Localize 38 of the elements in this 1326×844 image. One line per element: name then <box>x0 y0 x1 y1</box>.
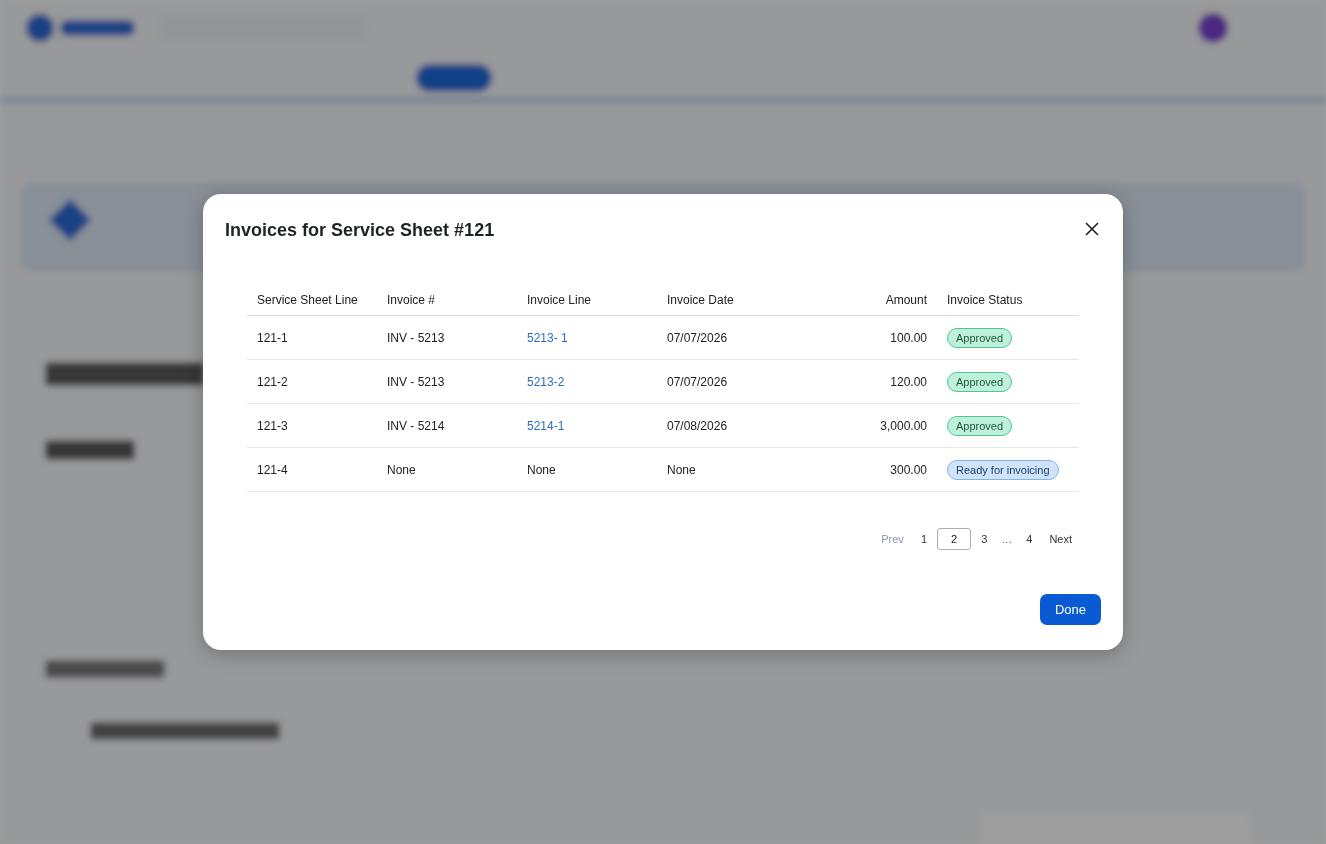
table-cell: 121-4 <box>247 447 377 492</box>
table-cell: 07/07/2026 <box>657 359 817 404</box>
done-button[interactable]: Done <box>1039 594 1101 625</box>
status-badge: Approved <box>947 371 1013 392</box>
table-cell: None <box>377 447 517 492</box>
table-cell: 3,000.00 <box>817 403 937 448</box>
invoice-line-link[interactable]: 5213-2 <box>527 374 565 389</box>
page-button[interactable]: 2 <box>937 528 972 550</box>
status-badge: Approved <box>947 415 1013 436</box>
page-button[interactable]: 1 <box>914 528 933 550</box>
next-page-button[interactable]: Next <box>1042 528 1079 550</box>
page-button[interactable]: 3 <box>975 528 994 550</box>
table-cell: 07/08/2026 <box>657 403 817 448</box>
table-cell: None <box>517 447 657 492</box>
table-cell: None <box>657 447 817 492</box>
page-button[interactable]: 4 <box>1020 528 1039 550</box>
table-cell: 121-2 <box>247 359 377 404</box>
dialog-title: Invoices for Service Sheet #121 <box>225 219 495 241</box>
column-header: Invoice Date <box>657 285 817 316</box>
table-cell: 121-1 <box>247 315 377 360</box>
table-cell: 121-3 <box>247 403 377 448</box>
table-cell: 120.00 <box>817 359 937 404</box>
table-cell: INV - 5213 <box>377 315 517 360</box>
status-badge: Approved <box>947 327 1013 348</box>
table-cell: INV - 5214 <box>377 403 517 448</box>
table-cell: INV - 5213 <box>377 359 517 404</box>
table-cell: 300.00 <box>817 447 937 492</box>
table-cell: 100.00 <box>817 315 937 360</box>
table-cell: 07/07/2026 <box>657 315 817 360</box>
invoice-line-link[interactable]: 5213- 1 <box>527 330 568 345</box>
status-badge: Ready for invoicing <box>947 459 1059 480</box>
column-header: Service Sheet Line <box>247 285 377 316</box>
column-header: Amount <box>817 285 937 316</box>
column-header: Invoice # <box>377 285 517 316</box>
invoice-line-link[interactable]: 5214-1 <box>527 418 565 433</box>
column-header: Invoice Status <box>937 285 1079 316</box>
page-ellipsis: … <box>1000 533 1014 545</box>
column-header: Invoice Line <box>517 285 657 316</box>
